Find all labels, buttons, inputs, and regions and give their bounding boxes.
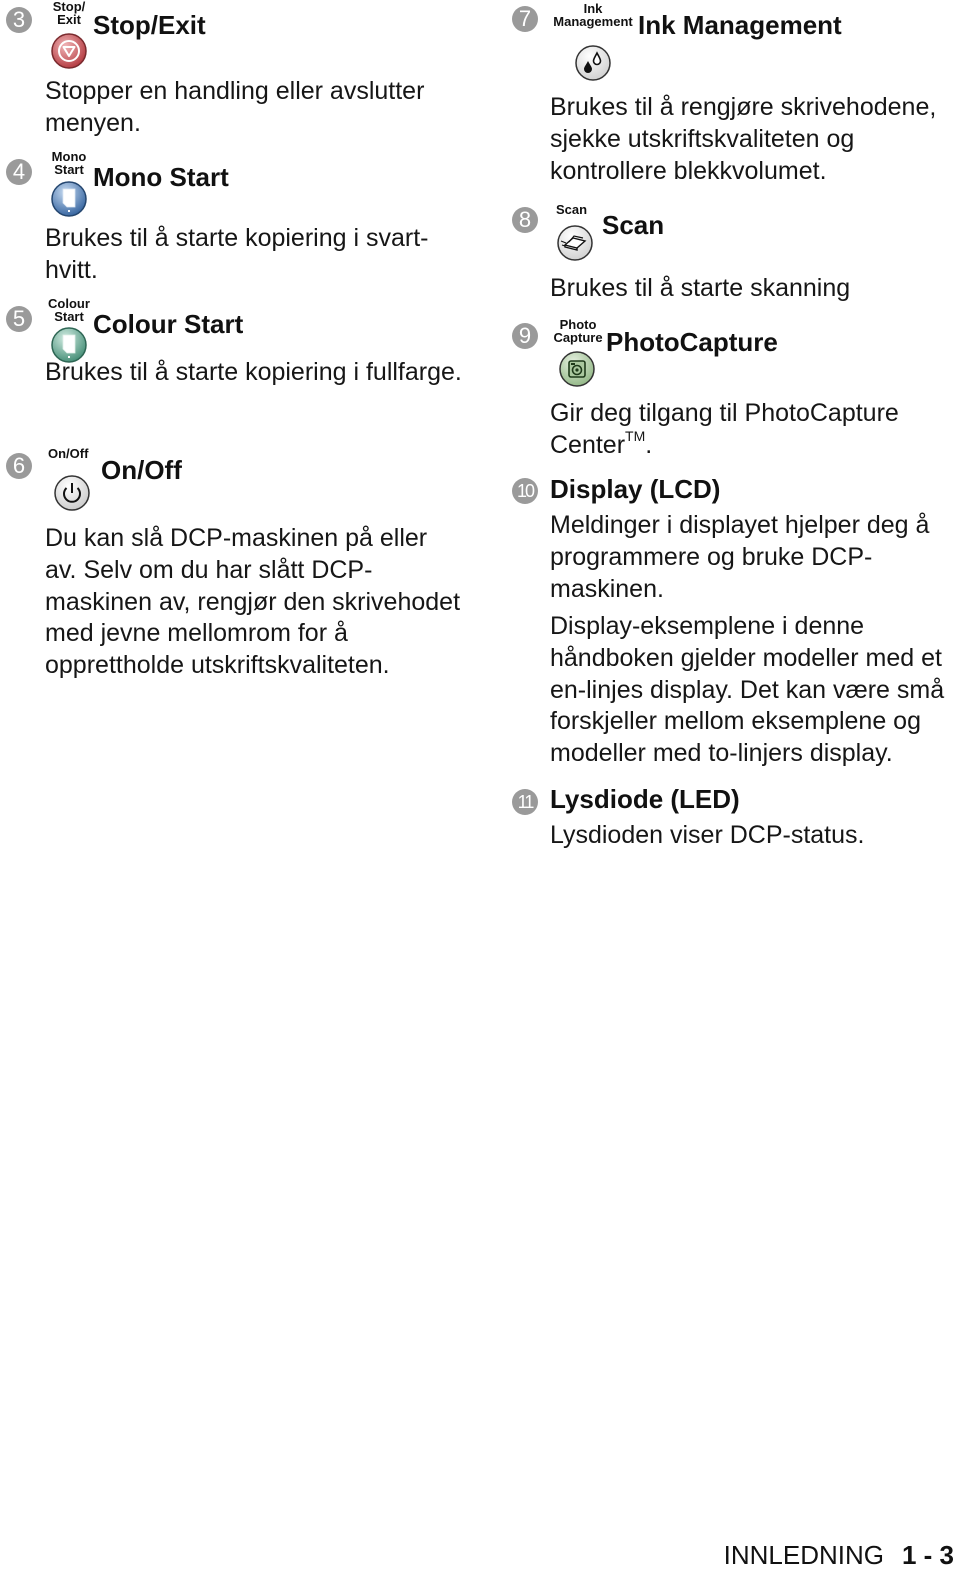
button-caption-line: On/Off (48, 446, 89, 461)
item-description: Display-eksemplene i denne håndboken gje… (550, 612, 945, 768)
trademark-symbol: TM (625, 427, 646, 444)
button-caption: Mono Start (50, 150, 88, 176)
button-caption-line: Exit (57, 12, 81, 27)
description-end: . (645, 430, 653, 459)
item-title: PhotoCapture (606, 327, 778, 357)
button-caption: Colour Start (46, 297, 92, 323)
ink-drops-icon (575, 45, 611, 81)
camera-icon (559, 351, 595, 387)
page-footer: INNLEDNING 1 - 3 (724, 1540, 954, 1571)
item-title: Lysdiode (LED) (550, 784, 740, 814)
button-caption-line: Capture (553, 330, 603, 345)
item-number-badge: 8 (512, 207, 538, 233)
item-description: Brukes til å rengjøre skrivehodene, sjek… (550, 93, 937, 185)
button-caption-line: Management (553, 14, 633, 29)
item-title: On/Off (101, 455, 182, 485)
item-description: Gir deg tilgang til PhotoCapture CenterT… (550, 398, 960, 462)
item-number-badge: 4 (6, 159, 32, 185)
item-description: Brukes til å starte skanning (550, 274, 851, 302)
stop-exit-icon (51, 33, 87, 69)
button-caption: Stop/ Exit (50, 0, 88, 26)
button-caption-line: Start (54, 162, 84, 177)
power-icon (54, 475, 90, 511)
item-title: Display (LCD) (550, 474, 721, 504)
item-description: Du kan slå DCP-maskinen på eller av. Sel… (45, 524, 461, 680)
item-title: Colour Start (93, 309, 244, 339)
button-caption: On/Off (48, 447, 98, 460)
item-number-badge: 9 (512, 323, 538, 349)
item-title: Mono Start (93, 162, 229, 192)
mono-start-icon (51, 181, 87, 217)
button-caption: Photo Capture (551, 318, 605, 344)
description-text: Gir deg tilgang til PhotoCapture Center (550, 399, 899, 459)
item-number-badge: 3 (6, 7, 32, 33)
item-description: Brukes til å starte kopiering i fullfarg… (45, 358, 462, 386)
item-number-badge: 5 (6, 306, 32, 332)
item-description: Brukes til å starte kopiering i svart-hv… (45, 224, 429, 284)
item-number-badge: 7 (512, 6, 538, 32)
item-description: Lysdioden viser DCP-status. (550, 821, 865, 849)
button-caption: Scan (556, 203, 596, 216)
item-title: Stop/Exit (93, 10, 206, 40)
item-title: Ink Management (638, 10, 842, 40)
item-description: Meldinger i displayet hjelper deg å prog… (550, 511, 930, 603)
item-number-badge: 6 (6, 453, 32, 479)
item-description: Stopper en handling eller avslutter meny… (45, 77, 425, 137)
button-caption: Ink Management (548, 2, 638, 28)
footer-section: INNLEDNING (723, 1540, 884, 1570)
page-number: 1 - 3 (901, 1540, 954, 1570)
item-number-badge: 11 (512, 789, 538, 815)
item-number-badge: 10 (512, 478, 538, 504)
item-title: Scan (602, 210, 665, 240)
scanner-icon (557, 225, 593, 261)
button-caption-line: Start (54, 309, 84, 324)
button-caption-line: Scan (556, 202, 588, 217)
